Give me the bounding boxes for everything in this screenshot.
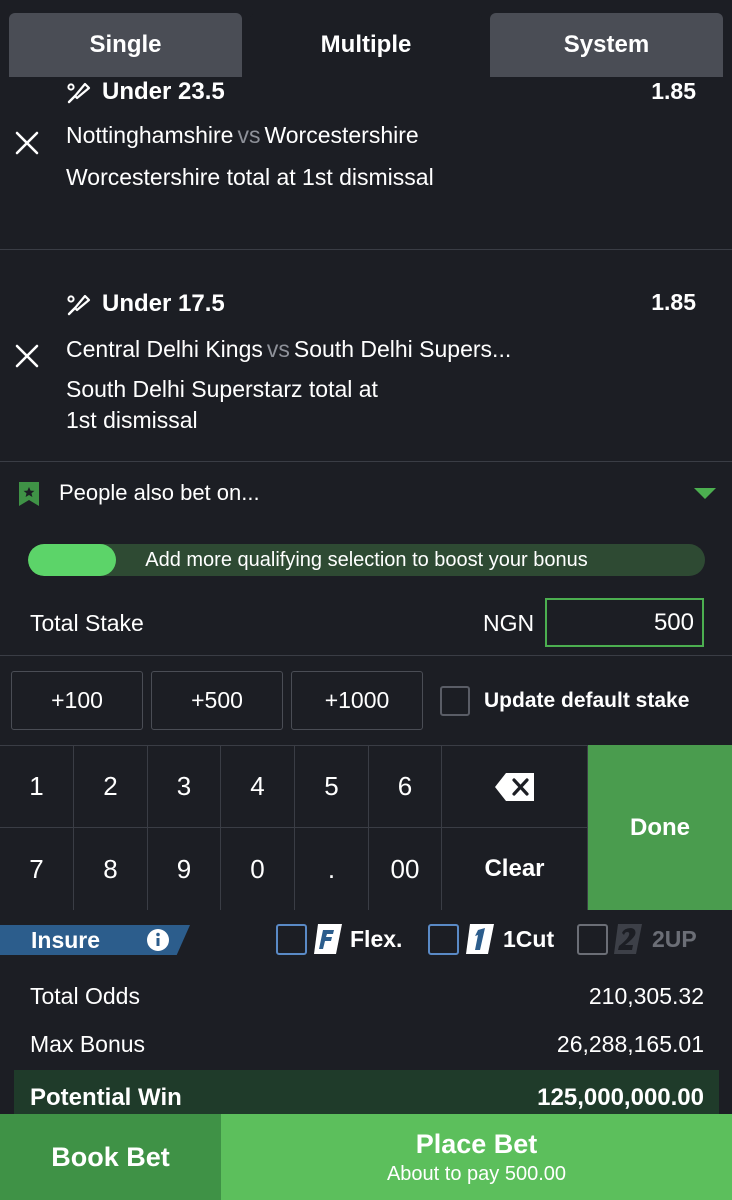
key-7[interactable]: 7 [0,827,74,910]
quick-stake-500-button[interactable]: +500 [151,671,283,730]
insure-row: Insure Flex. 1Cut 2UP [0,910,732,968]
market-label: Under 17.5 [102,290,225,317]
key-double-zero[interactable]: 00 [369,827,442,910]
flex-checkbox[interactable] [276,924,307,955]
one-cut-logo-icon [466,924,494,954]
selection-odds: 1.85 [651,289,696,315]
total-stake-label: Total Stake [30,610,144,636]
tab-system[interactable]: System [490,13,723,77]
two-up-label: 2UP [652,926,697,952]
description-line: 1st dismissal [66,407,198,433]
key-6[interactable]: 6 [369,745,442,827]
description-line: South Delhi Superstarz total at [66,376,378,402]
two-up-checkbox[interactable] [577,924,608,955]
selection-item: Under 17.5 1.85 Central Delhi Kings vs Sou… [0,250,732,462]
total-stake-row: Total Stake NGN [0,596,732,652]
potential-win-label: Potential Win [30,1084,182,1111]
key-8[interactable]: 8 [74,827,148,910]
bonus-progress-text: Add more qualifying selection to boost y… [145,548,588,571]
one-cut-label: 1Cut [503,926,555,952]
flex-logo-icon [314,924,342,954]
selection-item: Under 23.5 1.85 Nottinghamshire vs Worcest… [0,78,732,250]
key-9[interactable]: 9 [148,827,221,910]
selection-match: Central Delhi Kings vs South Delhi Supers.… [66,336,511,363]
key-4[interactable]: 4 [221,745,295,827]
update-default-stake-checkbox[interactable] [440,686,470,716]
book-bet-button[interactable]: Book Bet [0,1114,221,1200]
key-0[interactable]: 0 [221,827,295,910]
done-button[interactable]: Done [588,745,732,910]
bet-footer: Book Bet Place Bet About to pay 500.00 [0,1114,732,1200]
home-team: Central Delhi Kings [66,336,263,362]
quick-stake-1000-button[interactable]: +1000 [291,671,423,730]
cricket-bat-icon [67,82,91,104]
chevron-down-icon [694,488,716,499]
key-5[interactable]: 5 [295,745,369,827]
info-icon[interactable] [146,928,170,952]
tab-single[interactable]: Single [9,13,242,77]
max-bonus-row: Max Bonus 26,288,165.01 [0,1023,732,1069]
selection-description: South Delhi Superstarz total at 1st dism… [66,374,586,436]
vs-label: vs [237,122,261,148]
people-also-bet-toggle[interactable]: People also bet on... [0,463,732,523]
stake-input[interactable] [545,598,704,647]
people-also-bet-label: People also bet on... [59,480,260,505]
insure-label: Insure [31,926,101,953]
one-cut-checkbox[interactable] [428,924,459,955]
numeric-keypad: 1 2 3 4 5 6 7 8 9 0 . 00 Clear Done [0,745,732,910]
cricket-bat-icon [67,294,91,316]
key-1[interactable]: 1 [0,745,74,827]
currency-label: NGN [483,610,535,636]
max-bonus-value: 26,288,165.01 [556,1031,704,1057]
market-label: Under 23.5 [102,78,225,105]
quick-stake-100-button[interactable]: +100 [11,671,143,730]
close-icon [15,131,39,155]
key-3[interactable]: 3 [148,745,221,827]
total-odds-label: Total Odds [30,983,140,1009]
bookmark-star-icon [19,482,39,506]
selection-odds: 1.85 [651,78,696,104]
update-default-stake-label: Update default stake [484,689,690,712]
remove-selection-button[interactable] [10,126,44,160]
selection-market: Under 23.5 [66,78,225,106]
selection-market: Under 17.5 [66,290,225,318]
tab-multiple[interactable]: Multiple [250,13,482,77]
backspace-key[interactable] [442,745,588,827]
selection-description: Worcestershire total at 1st dismissal [66,164,434,190]
selection-match: Nottinghamshire vs Worcestershire [66,122,419,149]
close-icon [15,344,39,368]
home-team: Nottinghamshire [66,122,234,148]
remove-selection-button[interactable] [10,339,44,373]
total-odds-value: 210,305.32 [588,983,704,1009]
key-2[interactable]: 2 [74,745,148,827]
max-bonus-label: Max Bonus [30,1031,146,1057]
vs-label: vs [266,336,290,362]
place-bet-label: Place Bet [415,1128,538,1159]
potential-win-value: 125,000,000.00 [537,1084,704,1111]
two-up-logo-icon [614,924,642,954]
flex-label: Flex. [350,926,403,952]
away-team: South Delhi Supers... [293,336,512,362]
away-team: Worcestershire [264,122,419,148]
bet-type-tabs: Single Multiple System [0,0,732,78]
total-odds-row: Total Odds 210,305.32 [0,975,732,1021]
bonus-progress-bar: Add more qualifying selection to boost y… [28,544,705,576]
pay-amount-text: About to pay 500.00 [386,1162,567,1185]
quick-stake-row: +100 +500 +1000 Update default stake [0,655,732,745]
clear-key[interactable]: Clear [442,827,588,910]
key-decimal[interactable]: . [295,827,369,910]
backspace-icon [494,772,534,801]
place-bet-button[interactable]: Place Bet About to pay 500.00 [221,1114,732,1200]
